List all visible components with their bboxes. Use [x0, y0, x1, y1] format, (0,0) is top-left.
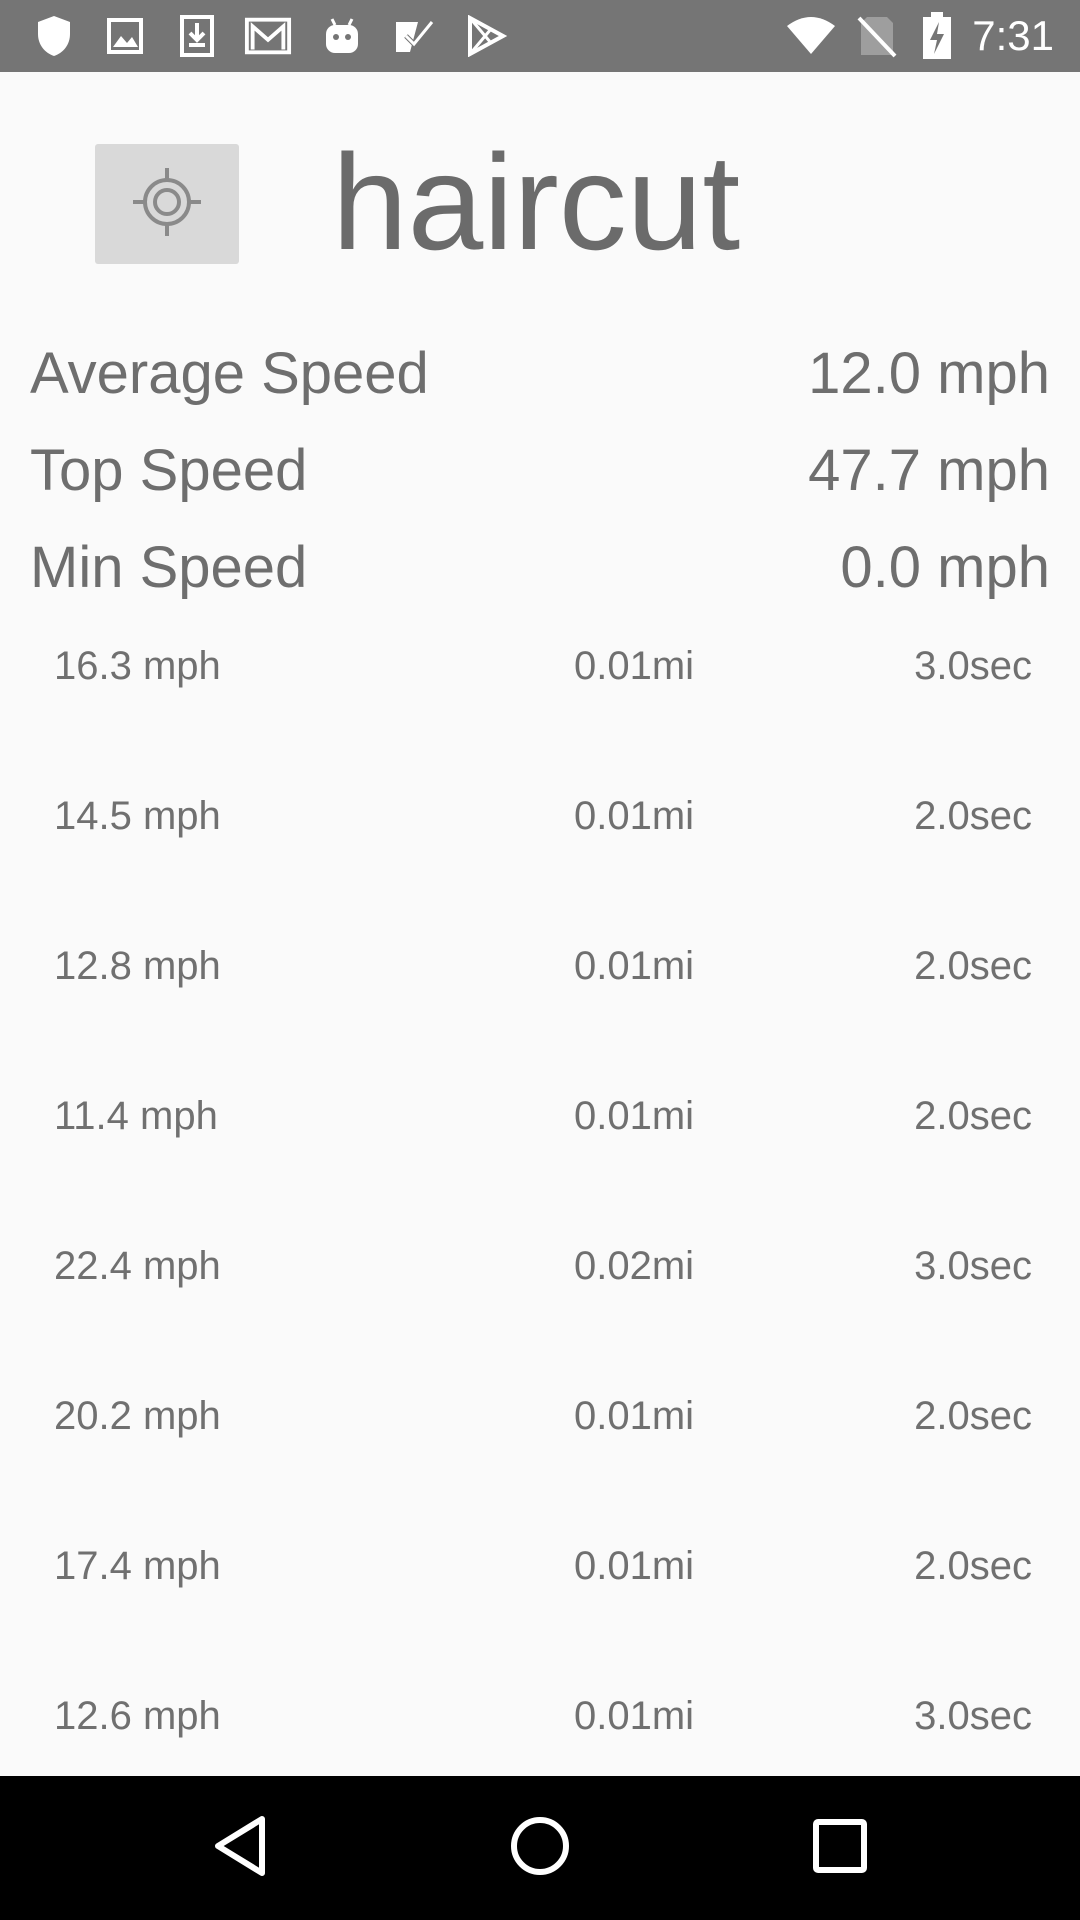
shield-icon [30, 12, 78, 60]
list-item[interactable]: 11.4 mph 0.01mi 2.0sec [54, 1081, 1032, 1151]
lap-speed: 12.8 mph [54, 944, 221, 988]
main-content: haircut Average Speed 12.0 mph Top Speed… [0, 72, 1080, 1776]
recents-button[interactable] [792, 1800, 888, 1896]
lap-speed: 16.3 mph [54, 644, 221, 688]
lap-speed: 20.2 mph [54, 1394, 221, 1438]
lap-time: 2.0sec [914, 1394, 1032, 1438]
crosshair-icon [129, 164, 205, 245]
lap-time: 3.0sec [914, 644, 1032, 688]
play-store-icon [462, 12, 510, 60]
page-title: haircut [332, 126, 741, 278]
lap-distance: 0.01mi [574, 1694, 695, 1738]
lap-speed: 17.4 mph [54, 1544, 221, 1588]
lap-speed: 22.4 mph [54, 1244, 221, 1288]
no-sim-icon [853, 12, 901, 60]
list-item[interactable]: 17.4 mph 0.01mi 2.0sec [54, 1531, 1032, 1601]
lap-distance: 0.01mi [574, 794, 695, 838]
status-bar: 7:31 [0, 0, 1080, 72]
stat-value: 12.0 mph [808, 341, 1050, 406]
lap-distance: 0.01mi [574, 1094, 695, 1138]
image-icon [101, 12, 149, 60]
lap-time: 2.0sec [914, 944, 1032, 988]
clock: 7:31 [972, 12, 1054, 59]
android-icon [318, 12, 366, 60]
stat-value: 47.7 mph [808, 438, 1050, 503]
battery-charging-icon [913, 12, 961, 60]
list-item[interactable]: 22.4 mph 0.02mi 3.0sec [54, 1231, 1032, 1301]
list-item[interactable]: 16.3 mph 0.01mi 3.0sec [54, 631, 1032, 701]
tasks-icon [390, 12, 438, 60]
stat-label: Top Speed [30, 438, 308, 503]
lap-time: 2.0sec [914, 1544, 1032, 1588]
lap-time: 2.0sec [914, 1094, 1032, 1138]
lap-distance: 0.01mi [574, 1544, 695, 1588]
lap-time: 2.0sec [914, 794, 1032, 838]
recents-icon [812, 1818, 868, 1879]
back-icon [210, 1815, 270, 1882]
lap-time: 3.0sec [914, 1694, 1032, 1738]
stat-row-min-speed: Min Speed 0.0 mph [30, 528, 1050, 608]
list-item[interactable]: 14.5 mph 0.01mi 2.0sec [54, 781, 1032, 851]
back-button[interactable] [192, 1800, 288, 1896]
stat-value: 0.0 mph [840, 535, 1050, 600]
locate-button[interactable] [95, 144, 239, 264]
download-icon [173, 12, 221, 60]
stat-row-average-speed: Average Speed 12.0 mph [30, 334, 1050, 414]
home-button[interactable] [492, 1800, 588, 1896]
list-item[interactable]: 12.6 mph 0.01mi 3.0sec [54, 1681, 1032, 1751]
lap-time: 3.0sec [914, 1244, 1032, 1288]
home-icon [509, 1815, 571, 1882]
gmail-icon [244, 12, 292, 60]
stat-label: Average Speed [30, 341, 429, 406]
stat-label: Min Speed [30, 535, 308, 600]
wifi-icon [785, 12, 837, 60]
list-item[interactable]: 12.8 mph 0.01mi 2.0sec [54, 931, 1032, 1001]
lap-speed: 11.4 mph [54, 1094, 218, 1138]
list-item[interactable]: 20.2 mph 0.01mi 2.0sec [54, 1381, 1032, 1451]
lap-distance: 0.01mi [574, 644, 695, 688]
lap-speed: 14.5 mph [54, 794, 221, 838]
navigation-bar [0, 1776, 1080, 1920]
lap-distance: 0.02mi [574, 1244, 695, 1288]
lap-speed: 12.6 mph [54, 1694, 221, 1738]
lap-distance: 0.01mi [574, 944, 695, 988]
stat-row-top-speed: Top Speed 47.7 mph [30, 431, 1050, 511]
lap-distance: 0.01mi [574, 1394, 695, 1438]
